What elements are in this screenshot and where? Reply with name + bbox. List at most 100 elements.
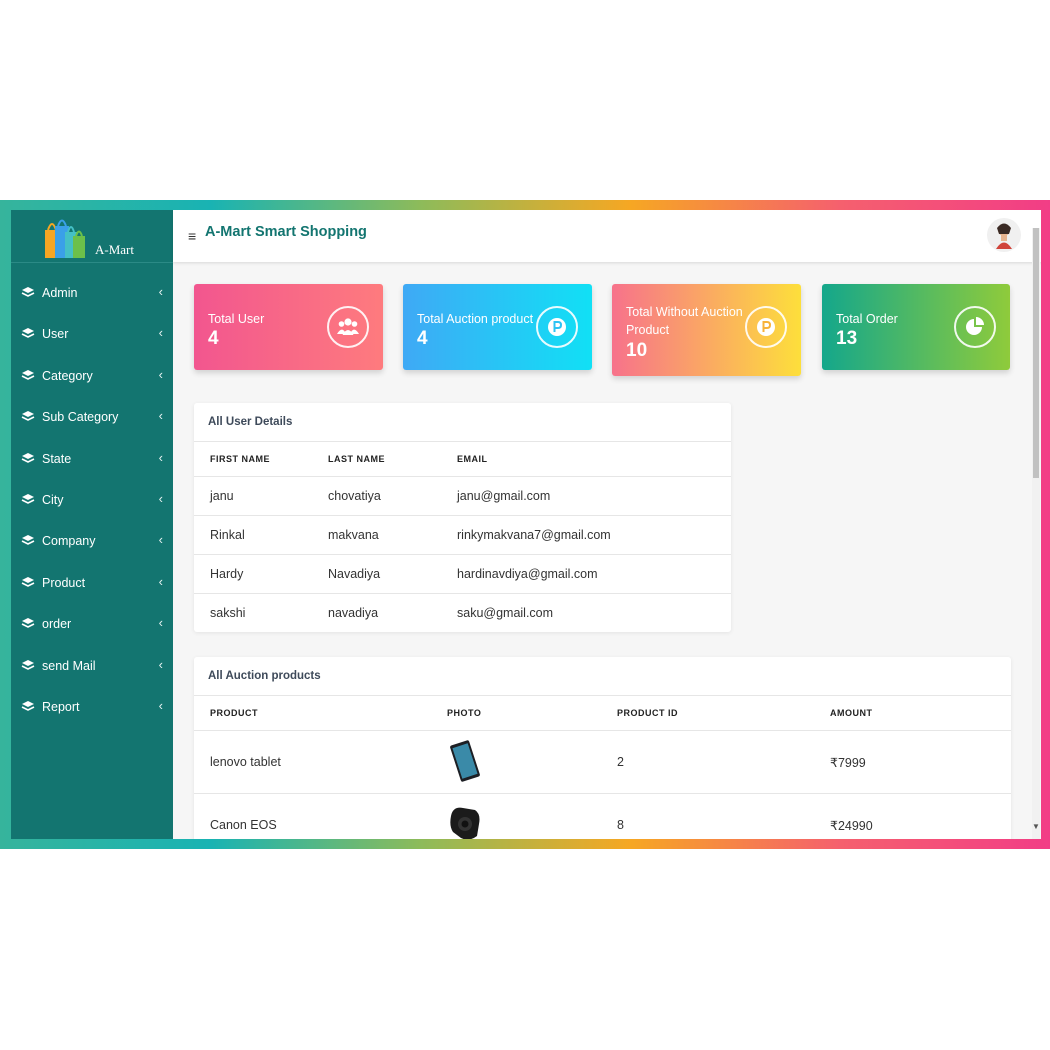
sidebar-item-sub-category[interactable]: Sub Category ‹: [11, 406, 173, 447]
sidebar-item-label: Sub Category: [42, 410, 119, 425]
app-window: A-Mart Admin ‹ User ‹ Category ‹ Sub Cat…: [11, 210, 1041, 839]
layers-icon: [21, 659, 35, 670]
sidebar: A-Mart Admin ‹ User ‹ Category ‹ Sub Cat…: [11, 210, 173, 839]
user-table: FIRST NAME LAST NAME EMAIL janu chovatiy…: [194, 442, 731, 633]
scroll-down-arrow-icon[interactable]: ▼: [1032, 822, 1040, 831]
table-row[interactable]: sakshi navadiya saku@gmail.com: [194, 594, 731, 633]
table-cell: hardinavdiya@gmail.com: [457, 554, 731, 594]
table-cell: navadiya: [328, 606, 379, 621]
chevron-left-icon: ‹: [158, 284, 163, 299]
stat-value: 10: [626, 340, 648, 361]
hamburger-menu-icon[interactable]: ≡: [188, 228, 196, 244]
sidebar-item-send-mail[interactable]: send Mail ‹: [11, 655, 173, 696]
sidebar-item-order[interactable]: order ‹: [11, 613, 173, 654]
sidebar-item-label: Report: [42, 699, 80, 714]
scrollbar-thumb[interactable]: [1033, 228, 1039, 478]
layers-icon: [21, 535, 35, 546]
page-title: A-Mart Smart Shopping: [205, 224, 367, 240]
column-header: PRODUCT ID: [617, 696, 830, 731]
sidebar-item-product[interactable]: Product ‹: [11, 572, 173, 613]
table-cell: janu: [194, 476, 328, 516]
brand-name: A-Mart: [95, 242, 134, 257]
sidebar-item-label: Category: [42, 368, 93, 383]
chevron-left-icon: ‹: [158, 366, 163, 382]
chevron-left-icon: ‹: [158, 490, 163, 506]
auction-table: PRODUCT PHOTO PRODUCT ID AMOUNT lenovo t…: [194, 696, 1011, 839]
layers-icon: [21, 576, 35, 587]
table-cell: Rinkal: [194, 515, 328, 555]
table-row[interactable]: janu chovatiya janu@gmail.com: [194, 476, 731, 516]
camera-photo: [450, 807, 480, 839]
table-cell: 8: [617, 793, 830, 839]
auction-products-panel: All Auction products PRODUCT PHOTO PRODU…: [194, 657, 1011, 839]
layers-icon: [21, 328, 35, 339]
stat-card-without-auction[interactable]: Total Without Auction Product 10: [612, 284, 801, 376]
sidebar-item-label: Company: [42, 534, 96, 549]
sidebar-item-label: City: [42, 492, 64, 507]
sidebar-item-label: User: [42, 327, 69, 342]
table-cell: makvana: [328, 515, 457, 555]
sidebar-item-label: Admin: [42, 286, 78, 300]
stat-label: Total Without Auction Product: [626, 305, 743, 337]
table-cell: Hardy: [194, 554, 328, 594]
product-photo: [447, 793, 617, 839]
top-header: ≡ A-Mart Smart Shopping: [173, 210, 1041, 262]
layers-icon: [21, 452, 35, 463]
table-cell: Navadiya: [328, 554, 457, 594]
layers-icon: [21, 618, 35, 629]
stat-card-total-order[interactable]: Total Order 13: [822, 284, 1010, 370]
scrollbar[interactable]: [1032, 228, 1040, 839]
stat-label: Total Order: [836, 312, 898, 326]
chevron-left-icon: ‹: [158, 615, 163, 631]
sidebar-item-report[interactable]: Report ‹: [11, 696, 173, 737]
sidebar-item-label: State: [42, 451, 72, 466]
stat-label: Total Auction product: [417, 312, 534, 326]
table-header-row: PRODUCT PHOTO PRODUCT ID AMOUNT: [194, 696, 1011, 731]
p-coin-icon: [536, 306, 578, 348]
layers-icon: [21, 411, 35, 422]
chevron-left-icon: ‹: [158, 449, 163, 465]
sidebar-item-label: send Mail: [42, 658, 96, 673]
table-cell: rinkymakvana7@gmail.com: [457, 515, 731, 555]
column-header: PRODUCT: [194, 696, 447, 731]
table-row[interactable]: lenovo tablet 2 ₹7999: [194, 730, 1011, 794]
users-icon: [327, 306, 369, 348]
column-header: FIRST NAME: [194, 442, 328, 477]
user-details-panel: All User Details FIRST NAME LAST NAME EM…: [194, 403, 731, 632]
column-header: EMAIL: [457, 442, 731, 477]
table-cell: ₹7999: [830, 730, 1011, 794]
tablet-photo: [450, 739, 480, 782]
table-row[interactable]: Canon EOS 8 ₹24990: [194, 793, 1011, 839]
brand-logo[interactable]: A-Mart: [11, 210, 173, 263]
column-header: AMOUNT: [830, 696, 1011, 731]
sidebar-item-company[interactable]: Company ‹: [11, 530, 173, 571]
chevron-left-icon: ‹: [158, 697, 163, 713]
stat-card-auction-product[interactable]: Total Auction product 4: [403, 284, 592, 370]
avatar[interactable]: [987, 218, 1021, 252]
column-header: LAST NAME: [328, 442, 457, 477]
gradient-frame: A-Mart Admin ‹ User ‹ Category ‹ Sub Cat…: [0, 200, 1050, 849]
sidebar-item-city[interactable]: City ‹: [11, 489, 173, 530]
chevron-left-icon: ‹: [158, 532, 163, 548]
sidebar-item-state[interactable]: State ‹: [11, 448, 173, 489]
table-cell: lenovo tablet: [194, 730, 447, 794]
layers-icon: [21, 700, 35, 711]
sidebar-item-category[interactable]: Category ‹: [11, 365, 173, 406]
chevron-left-icon: ‹: [158, 325, 163, 341]
chevron-left-icon: ‹: [158, 656, 163, 672]
sidebar-item-label: order: [42, 617, 72, 632]
stat-card-total-user[interactable]: Total User 4: [194, 284, 383, 370]
table-cell: chovatiya: [328, 476, 457, 516]
stat-value: 13: [836, 328, 858, 349]
sidebar-item-user[interactable]: User ‹: [11, 323, 173, 364]
table-row[interactable]: Rinkal makvana rinkymakvana7@gmail.com: [194, 515, 731, 555]
layers-icon: [21, 493, 35, 504]
table-cell: ₹24990: [830, 793, 1011, 839]
chevron-left-icon: ‹: [158, 573, 163, 589]
stat-value: 4: [208, 328, 219, 349]
product-photo: [447, 730, 617, 794]
panel-title: All Auction products: [194, 657, 1011, 696]
table-row[interactable]: Hardy Navadiya hardinavdiya@gmail.com: [194, 554, 731, 594]
column-header: PHOTO: [447, 696, 617, 731]
sidebar-item-admin[interactable]: Admin ‹: [11, 282, 173, 323]
